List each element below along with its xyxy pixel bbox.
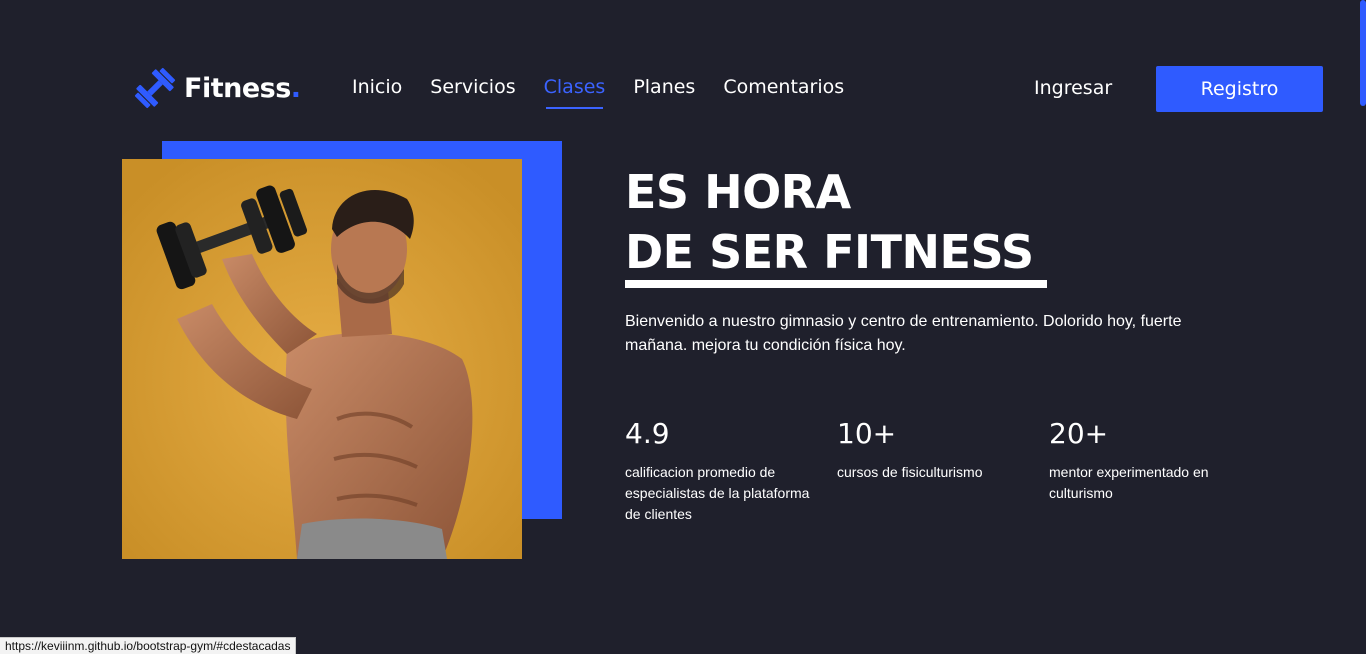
nav-item-inicio[interactable]: Inicio bbox=[352, 76, 402, 98]
brand-logo[interactable]: Fitness. bbox=[134, 66, 301, 110]
scrollbar-thumb[interactable] bbox=[1360, 0, 1366, 106]
stat-value: 4.9 bbox=[625, 417, 670, 450]
nav-item-clases[interactable]: Clases bbox=[544, 76, 605, 109]
hero-title-underline bbox=[625, 280, 1047, 288]
nav-item-servicios[interactable]: Servicios bbox=[430, 76, 515, 98]
login-link[interactable]: Ingresar bbox=[1034, 77, 1112, 99]
stats-row: 4.9 calificacion promedio de especialist… bbox=[625, 416, 1261, 525]
hero-title: ES HORA DE SER FITNESS bbox=[625, 162, 1034, 282]
nav-item-planes[interactable]: Planes bbox=[633, 76, 695, 98]
nav-item-comentarios[interactable]: Comentarios bbox=[723, 76, 844, 98]
man-lifting-dumbbell-illustration bbox=[122, 159, 522, 559]
status-bar-url: https://keviiinm.github.io/bootstrap-gym… bbox=[0, 637, 297, 654]
brand-name: Fitness. bbox=[184, 72, 301, 104]
signup-button[interactable]: Registro bbox=[1156, 66, 1323, 112]
dumbbell-icon bbox=[134, 67, 176, 109]
stat-rating: 4.9 calificacion promedio de especialist… bbox=[625, 416, 837, 525]
hero-title-line-1: ES HORA bbox=[625, 165, 851, 219]
page: Fitness. Inicio Servicios Clases Planes … bbox=[0, 0, 1366, 654]
stat-label: calificacion promedio de especialistas d… bbox=[625, 464, 810, 522]
stat-value: 20+ bbox=[1049, 417, 1109, 450]
brand-dot: . bbox=[290, 72, 301, 104]
stat-label: mentor experimentado en culturismo bbox=[1049, 464, 1209, 501]
hero-photo bbox=[122, 159, 522, 559]
stat-value: 10+ bbox=[837, 417, 897, 450]
stat-courses: 10+ cursos de fisiculturismo bbox=[837, 416, 1049, 525]
main-nav: Inicio Servicios Clases Planes Comentari… bbox=[352, 76, 844, 109]
stat-mentors: 20+ mentor experimentado en culturismo bbox=[1049, 416, 1261, 525]
hero-title-line-2: DE SER FITNESS bbox=[625, 225, 1034, 279]
stat-label: cursos de fisiculturismo bbox=[837, 464, 983, 480]
hero-description: Bienvenido a nuestro gimnasio y centro d… bbox=[625, 313, 1182, 354]
